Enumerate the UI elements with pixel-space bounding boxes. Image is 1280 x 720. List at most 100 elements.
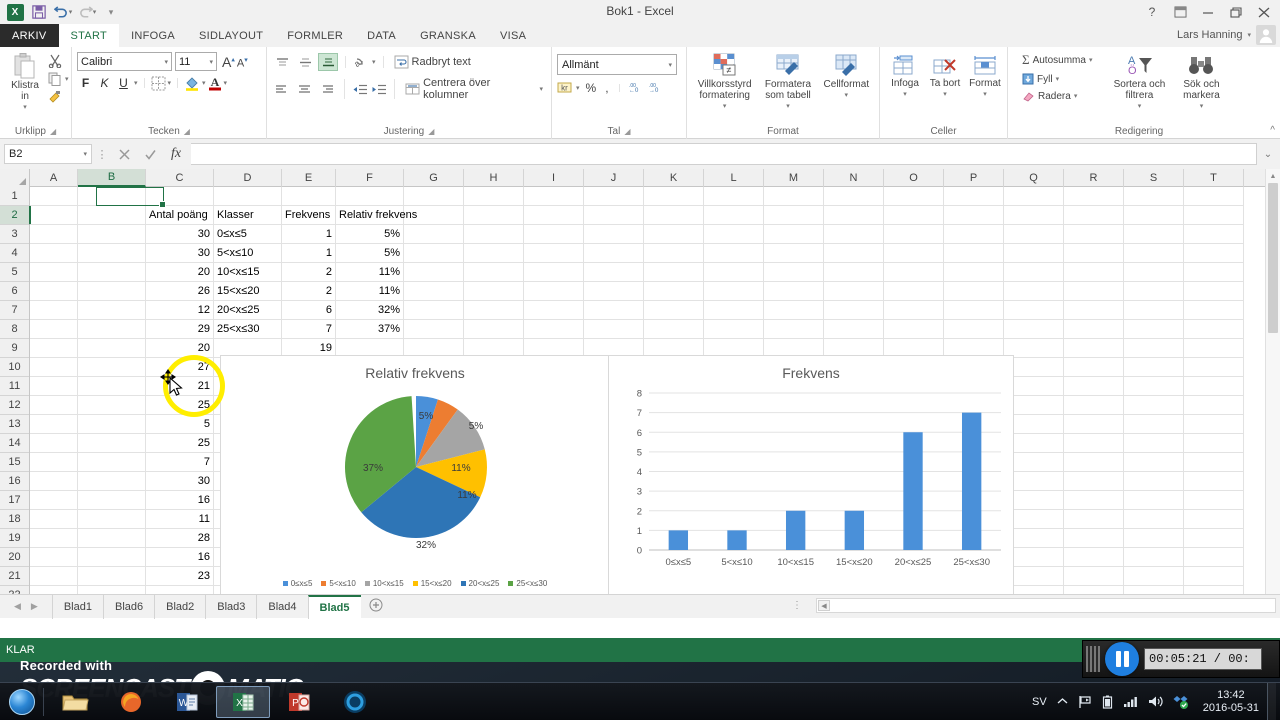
clipboard-dialog-launcher-icon[interactable]: ◢ xyxy=(50,127,56,136)
formula-bar-handle[interactable]: ⋮ xyxy=(95,148,109,161)
cell-P8[interactable] xyxy=(944,320,1004,339)
cell-S12[interactable] xyxy=(1124,396,1184,415)
cell-S10[interactable] xyxy=(1124,358,1184,377)
cell-L7[interactable] xyxy=(704,301,764,320)
taskbar-item-media-player[interactable] xyxy=(328,686,382,718)
cell-S4[interactable] xyxy=(1124,244,1184,263)
cell-A2[interactable] xyxy=(30,206,78,225)
cell-H3[interactable] xyxy=(464,225,524,244)
borders-caret-icon[interactable]: ▾ xyxy=(168,79,172,87)
show-hidden-icons[interactable] xyxy=(1057,697,1068,706)
number-format-select[interactable]: Allmänt ▾ xyxy=(557,54,677,75)
cell-A3[interactable] xyxy=(30,225,78,244)
cell-C6[interactable]: 26 xyxy=(146,282,214,301)
cell-K2[interactable] xyxy=(644,206,704,225)
cell-R2[interactable] xyxy=(1064,206,1124,225)
cell-C10[interactable]: 27 xyxy=(146,358,214,377)
font-color-icon[interactable]: A xyxy=(208,75,222,91)
cell-T14[interactable] xyxy=(1184,434,1244,453)
align-left-button[interactable] xyxy=(272,80,292,98)
row-header-5[interactable]: 5 xyxy=(0,263,29,282)
user-caret-icon[interactable]: ▾ xyxy=(1247,31,1251,39)
cell-C18[interactable]: 11 xyxy=(146,510,214,529)
cell-J8[interactable] xyxy=(584,320,644,339)
cell-B19[interactable] xyxy=(78,529,146,548)
sheet-tab-blad6[interactable]: Blad6 xyxy=(102,594,154,619)
paste-caret-icon[interactable]: ▾ xyxy=(23,102,27,113)
align-middle-button[interactable] xyxy=(295,53,315,71)
cell-S17[interactable] xyxy=(1124,491,1184,510)
cell-G3[interactable] xyxy=(404,225,464,244)
cell-B1[interactable] xyxy=(78,187,146,206)
column-header-Q[interactable]: Q xyxy=(1004,169,1064,187)
sheet-tab-blad5[interactable]: Blad5 xyxy=(307,594,361,619)
column-header-H[interactable]: H xyxy=(464,169,524,187)
cell-A12[interactable] xyxy=(30,396,78,415)
cell-Q7[interactable] xyxy=(1004,301,1064,320)
cell-E2[interactable]: Frekvens xyxy=(282,206,336,225)
column-header-R[interactable]: R xyxy=(1064,169,1124,187)
cell-K8[interactable] xyxy=(644,320,704,339)
cell-S19[interactable] xyxy=(1124,529,1184,548)
cell-M4[interactable] xyxy=(764,244,824,263)
column-header-A[interactable]: A xyxy=(30,169,78,187)
cell-S14[interactable] xyxy=(1124,434,1184,453)
row-header-8[interactable]: 8 xyxy=(0,320,29,339)
cell-F6[interactable]: 11% xyxy=(336,282,404,301)
fill-caret-icon[interactable]: ▾ xyxy=(1056,75,1060,83)
shrink-font-button[interactable]: A▾ xyxy=(237,56,248,70)
row-header-17[interactable]: 17 xyxy=(0,491,29,510)
cell-T13[interactable] xyxy=(1184,415,1244,434)
cell-T19[interactable] xyxy=(1184,529,1244,548)
tab-data[interactable]: DATA xyxy=(355,24,408,47)
number-format-caret-icon[interactable]: ▾ xyxy=(668,61,672,69)
cell-J7[interactable] xyxy=(584,301,644,320)
cell-L6[interactable] xyxy=(704,282,764,301)
cell-N4[interactable] xyxy=(824,244,884,263)
cell-D2[interactable]: Klasser xyxy=(214,206,282,225)
cell-C19[interactable]: 28 xyxy=(146,529,214,548)
row-header-18[interactable]: 18 xyxy=(0,510,29,529)
cell-E4[interactable]: 1 xyxy=(282,244,336,263)
align-bottom-button[interactable] xyxy=(318,53,338,71)
cell-T1[interactable] xyxy=(1184,187,1244,206)
tab-visa[interactable]: VISA xyxy=(488,24,538,47)
conditional-caret-icon[interactable]: ▾ xyxy=(723,101,727,112)
row-header-11[interactable]: 11 xyxy=(0,377,29,396)
cell-S6[interactable] xyxy=(1124,282,1184,301)
cell-R12[interactable] xyxy=(1064,396,1124,415)
row-header-9[interactable]: 9 xyxy=(0,339,29,358)
cell-T3[interactable] xyxy=(1184,225,1244,244)
recorder-control-bar[interactable]: 00:05:21 / 00: xyxy=(1082,640,1280,678)
fill-color-icon[interactable] xyxy=(184,75,200,91)
column-header-C[interactable]: C xyxy=(146,169,214,187)
name-box[interactable]: B2 ▾ xyxy=(4,144,92,164)
font-name-input[interactable]: Calibri ▾ xyxy=(77,52,172,71)
pause-button[interactable] xyxy=(1105,642,1139,676)
font-name-caret-icon[interactable]: ▾ xyxy=(164,58,168,66)
cell-R3[interactable] xyxy=(1064,225,1124,244)
taskbar-item-explorer[interactable] xyxy=(48,686,102,718)
cell-Q5[interactable] xyxy=(1004,263,1064,282)
cell-A15[interactable] xyxy=(30,453,78,472)
cell-T6[interactable] xyxy=(1184,282,1244,301)
row-header-16[interactable]: 16 xyxy=(0,472,29,491)
clear-caret-icon[interactable]: ▾ xyxy=(1074,92,1078,100)
cell-B20[interactable] xyxy=(78,548,146,567)
cell-O6[interactable] xyxy=(884,282,944,301)
tab-infoga[interactable]: INFOGA xyxy=(119,24,187,47)
decrease-indent-icon[interactable] xyxy=(352,83,368,96)
cell-A9[interactable] xyxy=(30,339,78,358)
vertical-scrollbar[interactable]: ▲ xyxy=(1265,169,1280,594)
tab-formler[interactable]: FORMLER xyxy=(275,24,355,47)
cell-B10[interactable] xyxy=(78,358,146,377)
start-button[interactable] xyxy=(4,686,40,718)
cell-D7[interactable]: 20<x≤25 xyxy=(214,301,282,320)
cell-C2[interactable]: Antal poäng xyxy=(146,206,214,225)
battery-icon[interactable] xyxy=(1102,695,1113,709)
cell-O1[interactable] xyxy=(884,187,944,206)
underline-button[interactable]: U xyxy=(115,76,132,90)
alignment-dialog-launcher-icon[interactable]: ◢ xyxy=(428,127,434,136)
column-header-J[interactable]: J xyxy=(584,169,644,187)
close-button[interactable] xyxy=(1250,1,1278,23)
